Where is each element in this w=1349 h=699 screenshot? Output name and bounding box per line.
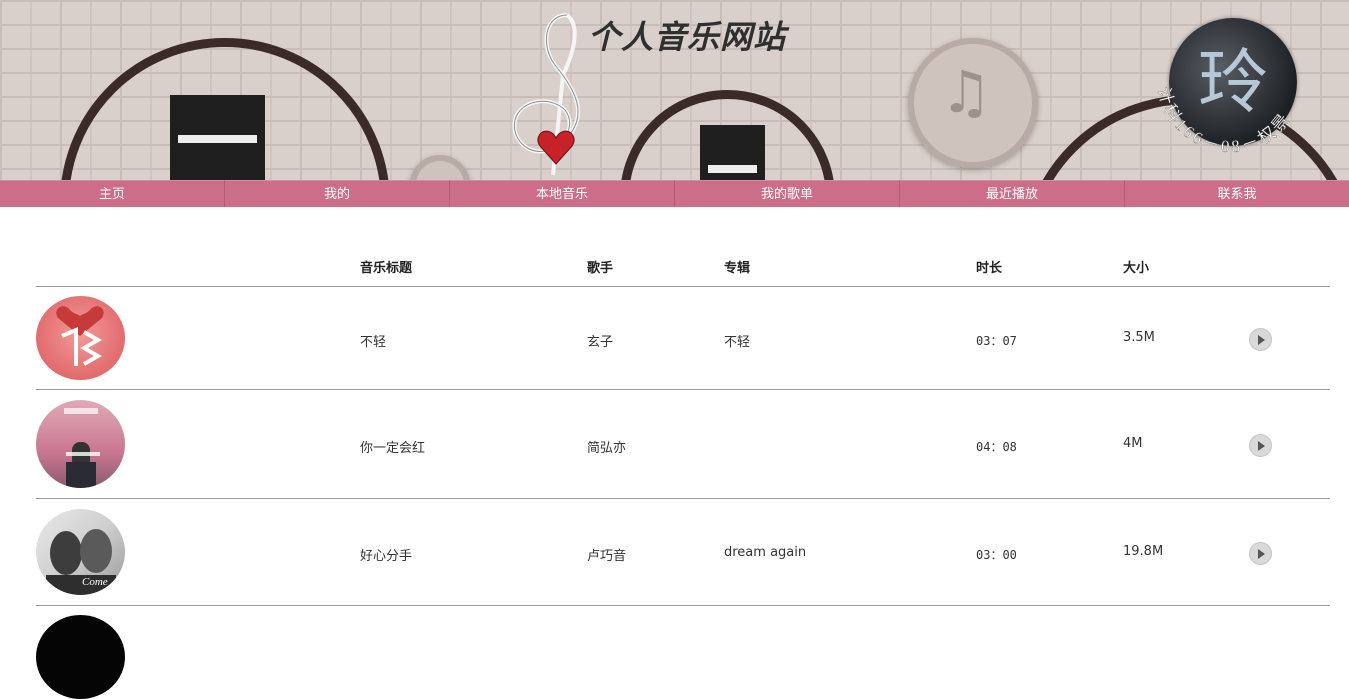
song-title[interactable]: 你一定会红	[360, 437, 425, 456]
badge-arc-text: 计科166－08－权景	[1154, 85, 1295, 156]
song-duration: 04：08	[976, 440, 1017, 454]
song-artist: 玄子	[587, 335, 614, 350]
album-cover-art	[56, 306, 104, 366]
song-size: 3.5M	[1123, 330, 1155, 345]
song-size: 19.8M	[1123, 544, 1164, 559]
table-row[interactable]: 不轻 玄子 不轻 03：07 3.5M	[36, 287, 1330, 390]
nav-item-contact[interactable]: 联系我	[1125, 180, 1349, 207]
column-header-duration: 时长	[976, 261, 1003, 276]
song-title[interactable]: 不轻	[360, 331, 386, 350]
svg-text:计科166－08－权景: 计科166－08－权景	[1154, 85, 1295, 156]
song-album: 不轻	[724, 335, 751, 350]
decor-frame-center	[700, 125, 765, 180]
song-artist: 卢巧音	[587, 549, 627, 564]
table-header: 音乐标题 歌手 专辑 时长 大小	[36, 246, 1330, 287]
column-header-artist: 歌手	[587, 261, 614, 276]
album-cover	[36, 296, 125, 380]
nav-item-recent[interactable]: 最近播放	[900, 180, 1125, 207]
badge-arc-label: 计科166－08－权景	[1154, 85, 1292, 156]
heart-icon	[537, 130, 575, 165]
nav-item-local-music[interactable]: 本地音乐	[450, 180, 675, 207]
decor-frame-left	[170, 95, 265, 180]
table-row[interactable]	[36, 606, 1330, 699]
song-duration: 03：07	[976, 334, 1017, 348]
play-button[interactable]	[1249, 542, 1272, 565]
nav-item-home[interactable]: 主页	[0, 180, 225, 207]
song-title[interactable]: 好心分手	[360, 545, 412, 564]
album-cover	[36, 400, 125, 488]
column-header-album: 专辑	[724, 261, 751, 276]
svg-text:Come: Come	[82, 576, 108, 588]
nav-item-mine[interactable]: 我的	[225, 180, 450, 207]
column-header-title: 音乐标题	[360, 261, 413, 276]
play-button[interactable]	[1249, 328, 1272, 351]
table-row[interactable]: Come 好心分手 卢巧音 dream again 03：00 19.8M	[36, 499, 1330, 606]
album-cover	[36, 615, 125, 699]
play-button[interactable]	[1249, 434, 1272, 457]
song-artist: 简弘亦	[587, 441, 627, 456]
nav-item-my-playlist[interactable]: 我的歌单	[675, 180, 900, 207]
song-duration: 03：00	[976, 548, 1017, 562]
album-cover: Come	[36, 509, 125, 595]
album-cover-art	[64, 408, 100, 488]
music-table: 音乐标题 歌手 专辑 时长 大小 不轻 玄子 不轻 03：07 3.5M 你一定…	[36, 246, 1330, 699]
song-album: dream again	[724, 545, 807, 560]
main-nav: 主页 我的 本地音乐 我的歌单 最近播放 联系我	[0, 180, 1349, 207]
header-banner: ♫ 个人音乐网站 玲 计科166－08－权景	[0, 0, 1349, 180]
column-header-size: 大小	[1123, 261, 1150, 276]
song-size: 4M	[1123, 436, 1143, 451]
album-cover-art: Come	[46, 529, 116, 595]
site-title: 个人音乐网站	[588, 18, 787, 56]
table-row[interactable]: 你一定会红 简弘亦 04：08 4M	[36, 390, 1330, 499]
music-note-icon: ♫	[940, 58, 992, 126]
